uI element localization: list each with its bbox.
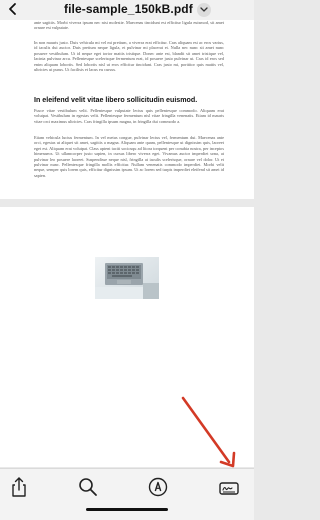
chevron-down-icon <box>200 7 208 12</box>
markup-pen-icon <box>148 477 168 497</box>
document-menu-button[interactable] <box>197 3 211 17</box>
pdf-page-1[interactable]: ante sagittis. Morbi viverra ipsum nec n… <box>0 14 254 199</box>
laptop-photo <box>95 257 159 299</box>
document-title[interactable]: file-sample_150kB.pdf <box>64 2 193 16</box>
search-button[interactable] <box>77 476 99 498</box>
home-indicator <box>86 508 168 511</box>
signature-icon <box>219 482 239 495</box>
back-button[interactable] <box>6 2 20 16</box>
pdf-page-2[interactable] <box>0 207 254 467</box>
navigation-bar: file-sample_150kB.pdf <box>0 0 254 20</box>
paragraph: ante sagittis. Morbi viverra ipsum nec n… <box>34 20 224 31</box>
chevron-left-icon <box>9 3 16 15</box>
signature-button[interactable] <box>218 476 240 498</box>
paragraph: In non mauris justo. Duis vehicula mi ve… <box>34 40 224 73</box>
markup-button[interactable] <box>147 476 169 498</box>
section-heading: In eleifend velit vitae libero sollicitu… <box>34 96 198 104</box>
share-button[interactable] <box>8 476 30 498</box>
search-icon <box>79 478 97 496</box>
paragraph: Etiam vehicula luctus fermentum. In vel … <box>34 135 224 178</box>
share-icon <box>12 477 26 497</box>
bottom-toolbar <box>0 468 254 520</box>
paragraph: Fusce vitae vestibulum velit. Pellentesq… <box>34 108 224 124</box>
